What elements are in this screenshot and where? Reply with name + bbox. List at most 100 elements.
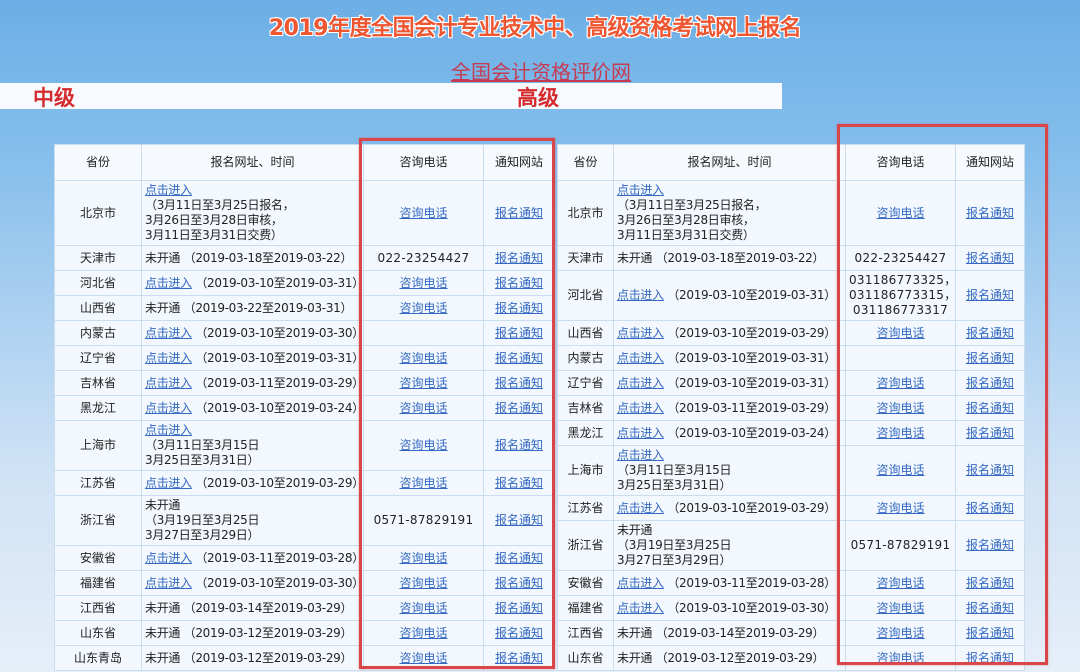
notice-link[interactable]: 报名通知 bbox=[966, 326, 1014, 340]
phone-link[interactable]: 咨询电话 bbox=[399, 438, 447, 452]
enter-link[interactable]: 点击进入 bbox=[145, 326, 192, 340]
enter-link[interactable]: 点击进入 bbox=[617, 376, 664, 390]
phone-link[interactable]: 咨询电话 bbox=[876, 463, 924, 477]
notice-link[interactable]: 报名通知 bbox=[495, 301, 543, 315]
enter-link[interactable]: 点击进入 bbox=[145, 423, 192, 437]
registration-cell: 点击进入 （2019-03-10至2019-03-31） bbox=[613, 270, 846, 321]
enter-link[interactable]: 点击进入 bbox=[617, 401, 664, 415]
table-row: 山东省 未开通 （2019-03-12至2019-03-29） 咨询电话 报名通知 bbox=[557, 645, 1025, 671]
enter-link[interactable]: 点击进入 bbox=[617, 183, 664, 197]
phone-cell: 咨询电话 bbox=[363, 420, 484, 471]
site-link[interactable]: 全国会计资格评价网 bbox=[440, 56, 642, 85]
header-registration: 报名网址、时间 bbox=[141, 144, 364, 181]
enter-link[interactable]: 点击进入 bbox=[617, 426, 664, 440]
enter-link[interactable]: 点击进入 bbox=[145, 401, 192, 415]
notice-link[interactable]: 报名通知 bbox=[495, 626, 543, 640]
notice-link[interactable]: 报名通知 bbox=[495, 276, 543, 290]
phone-link[interactable]: 咨询电话 bbox=[399, 351, 447, 365]
phone-link[interactable]: 咨询电话 bbox=[876, 206, 924, 220]
registration-line: 点击进入 （2019-03-10至2019-03-30） bbox=[145, 576, 364, 591]
notice-link[interactable]: 报名通知 bbox=[495, 551, 543, 565]
notice-link[interactable]: 报名通知 bbox=[495, 651, 543, 665]
phone-link[interactable]: 咨询电话 bbox=[399, 301, 447, 315]
registration-line: 点击进入 （2019-03-10至2019-03-31） bbox=[617, 376, 842, 391]
enter-link[interactable]: 点击进入 bbox=[145, 276, 192, 290]
notice-cell: 报名通知 bbox=[955, 420, 1025, 446]
enter-link[interactable]: 点击进入 bbox=[145, 183, 192, 197]
enter-link[interactable]: 点击进入 bbox=[617, 601, 664, 615]
phone-cell: 咨询电话 bbox=[363, 295, 484, 321]
phone-link[interactable]: 咨询电话 bbox=[399, 651, 447, 665]
notice-link[interactable]: 报名通知 bbox=[495, 376, 543, 390]
notice-link[interactable]: 报名通知 bbox=[966, 426, 1014, 440]
phone-link[interactable]: 咨询电话 bbox=[876, 501, 924, 515]
enter-link[interactable]: 点击进入 bbox=[617, 448, 664, 462]
phone-link[interactable]: 咨询电话 bbox=[399, 601, 447, 615]
notice-link[interactable]: 报名通知 bbox=[495, 206, 543, 220]
phone-cell: 咨询电话 bbox=[363, 645, 484, 671]
enter-link[interactable]: 点击进入 bbox=[617, 288, 664, 302]
phone-link[interactable]: 咨询电话 bbox=[399, 551, 447, 565]
phone-link[interactable]: 咨询电话 bbox=[876, 626, 924, 640]
enter-link[interactable]: 点击进入 bbox=[145, 551, 192, 565]
enter-link[interactable]: 点击进入 bbox=[617, 576, 664, 590]
notice-cell: 报名通知 bbox=[483, 595, 555, 621]
notice-cell: 报名通知 bbox=[483, 620, 555, 646]
notice-link[interactable]: 报名通知 bbox=[966, 576, 1014, 590]
phone-link[interactable]: 咨询电话 bbox=[876, 376, 924, 390]
phone-link[interactable]: 咨询电话 bbox=[399, 276, 447, 290]
notice-link[interactable]: 报名通知 bbox=[495, 326, 543, 340]
phone-link[interactable]: 咨询电话 bbox=[399, 206, 447, 220]
notice-link[interactable]: 报名通知 bbox=[495, 401, 543, 415]
notice-link[interactable]: 报名通知 bbox=[966, 501, 1014, 515]
notice-link[interactable]: 报名通知 bbox=[495, 438, 543, 452]
notice-link[interactable]: 报名通知 bbox=[966, 538, 1014, 552]
province-cell: 安徽省 bbox=[54, 545, 142, 571]
phone-link[interactable]: 咨询电话 bbox=[876, 576, 924, 590]
enter-link[interactable]: 点击进入 bbox=[617, 351, 664, 365]
enter-link[interactable]: 点击进入 bbox=[617, 501, 664, 515]
phone-link[interactable]: 咨询电话 bbox=[876, 401, 924, 415]
notice-link[interactable]: 报名通知 bbox=[966, 351, 1014, 365]
registration-cell: 点击进入 （2019-03-10至2019-03-31） bbox=[141, 270, 364, 296]
registration-line: （3月19日至3月25日 bbox=[145, 513, 360, 528]
registration-period: 3月27日至3月29日） bbox=[617, 553, 732, 567]
notice-link[interactable]: 报名通知 bbox=[495, 576, 543, 590]
enter-link[interactable]: 点击进入 bbox=[145, 351, 192, 365]
province-cell: 江苏省 bbox=[557, 495, 614, 521]
phone-cell: 咨询电话 bbox=[845, 645, 956, 671]
phone-link[interactable]: 咨询电话 bbox=[876, 651, 924, 665]
notice-link[interactable]: 报名通知 bbox=[966, 463, 1014, 477]
enter-link[interactable]: 点击进入 bbox=[145, 476, 192, 490]
registration-line: 点击进入 （2019-03-10至2019-03-24） bbox=[617, 426, 842, 441]
notice-link[interactable]: 报名通知 bbox=[966, 651, 1014, 665]
notice-link[interactable]: 报名通知 bbox=[966, 206, 1014, 220]
notice-cell: 报名通知 bbox=[955, 395, 1025, 421]
enter-link[interactable]: 点击进入 bbox=[145, 576, 192, 590]
phone-link[interactable]: 咨询电话 bbox=[399, 376, 447, 390]
notice-link[interactable]: 报名通知 bbox=[966, 626, 1014, 640]
phone-link[interactable]: 咨询电话 bbox=[399, 626, 447, 640]
notice-link[interactable]: 报名通知 bbox=[966, 288, 1014, 302]
phone-link[interactable]: 咨询电话 bbox=[399, 401, 447, 415]
notice-link[interactable]: 报名通知 bbox=[495, 251, 543, 265]
phone-cell bbox=[845, 345, 956, 371]
notice-link[interactable]: 报名通知 bbox=[966, 601, 1014, 615]
notice-link[interactable]: 报名通知 bbox=[966, 376, 1014, 390]
phone-link[interactable]: 咨询电话 bbox=[876, 426, 924, 440]
notice-cell: 报名通知 bbox=[483, 545, 555, 571]
phone-link[interactable]: 咨询电话 bbox=[399, 476, 447, 490]
enter-link[interactable]: 点击进入 bbox=[145, 376, 192, 390]
notice-link[interactable]: 报名通知 bbox=[495, 351, 543, 365]
phone-link[interactable]: 咨询电话 bbox=[876, 326, 924, 340]
notice-link[interactable]: 报名通知 bbox=[495, 601, 543, 615]
phone-cell bbox=[363, 320, 484, 346]
notice-link[interactable]: 报名通知 bbox=[966, 251, 1014, 265]
province-cell: 福建省 bbox=[54, 570, 142, 596]
enter-link[interactable]: 点击进入 bbox=[617, 326, 664, 340]
phone-link[interactable]: 咨询电话 bbox=[399, 576, 447, 590]
notice-link[interactable]: 报名通知 bbox=[495, 476, 543, 490]
phone-link[interactable]: 咨询电话 bbox=[876, 601, 924, 615]
notice-link[interactable]: 报名通知 bbox=[966, 401, 1014, 415]
notice-link[interactable]: 报名通知 bbox=[495, 513, 543, 527]
